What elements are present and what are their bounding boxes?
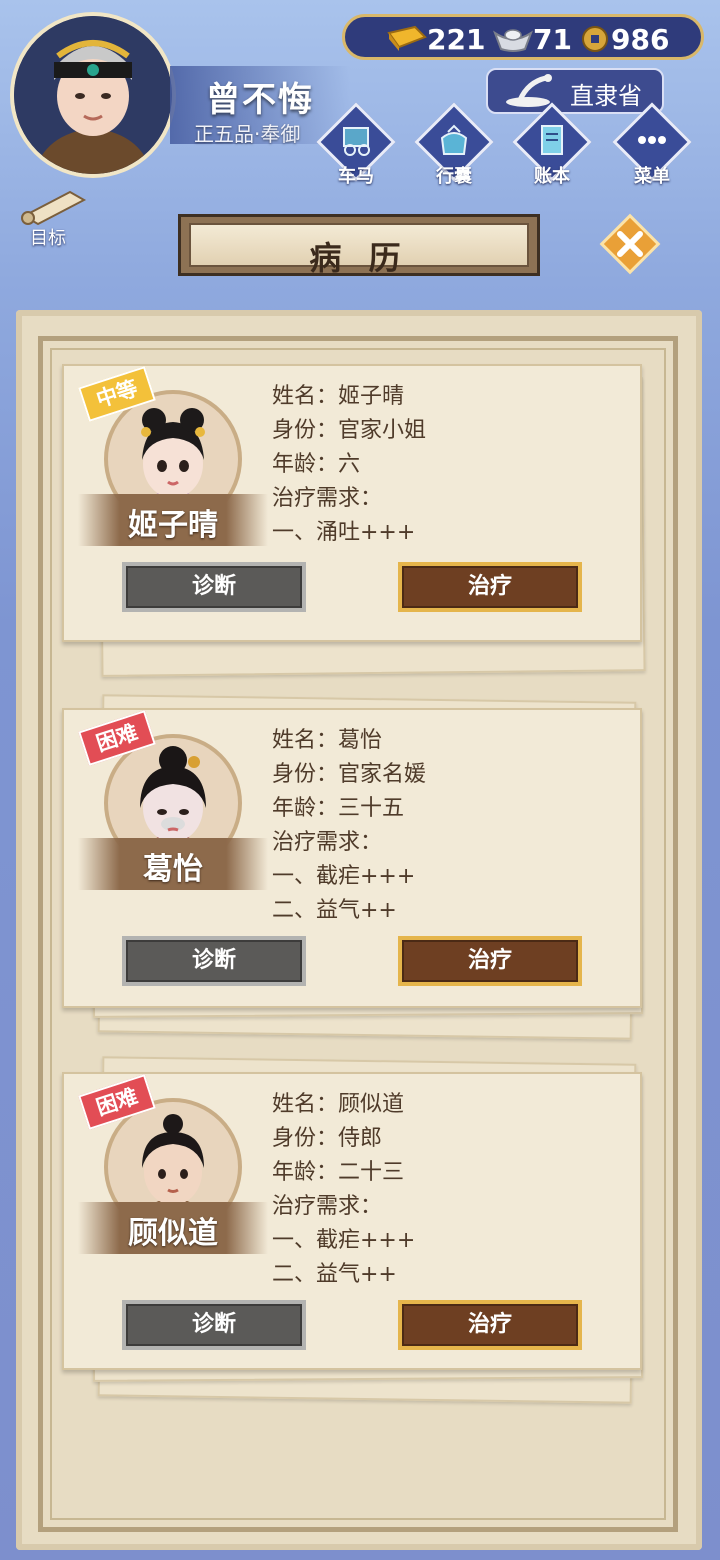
nav-bag-label: 行囊 bbox=[436, 166, 472, 187]
carriage-icon bbox=[343, 127, 370, 156]
patient-card: 中等 姬子晴 姓名：姬子晴 身份：官家小姐 年龄：六 治疗需求： 一、涌吐+++… bbox=[62, 364, 642, 642]
nav-ledger-label: 账本 bbox=[534, 166, 570, 187]
player-name: 曾不悔 bbox=[206, 80, 314, 120]
name-value: 姬子晴 bbox=[338, 384, 405, 409]
patient-card: 困难 葛怡 姓名：葛怡 身份：官家名媛 年龄：三十五 治疗需求： 一、截疟+++… bbox=[62, 708, 642, 1008]
treat-button[interactable]: 治疗 bbox=[398, 936, 582, 986]
need-item: 二、益气++ bbox=[272, 898, 397, 923]
name-value: 顾似道 bbox=[338, 1092, 405, 1117]
nav-menu-button[interactable]: 菜单 bbox=[612, 102, 692, 188]
name-label: 姓名： bbox=[272, 728, 339, 753]
goal-button[interactable]: 目标 bbox=[10, 186, 90, 249]
close-button[interactable] bbox=[598, 212, 662, 276]
patient-info: 姓名：顾似道 身份：侍郎 年龄：二十三 治疗需求： 一、截疟+++ 二、益气++ bbox=[272, 1088, 415, 1292]
player-avatar[interactable] bbox=[10, 12, 176, 178]
nav-bag-button[interactable]: 行囊 bbox=[414, 102, 494, 188]
elder-portrait-icon bbox=[14, 16, 172, 174]
ledger-icon bbox=[541, 125, 563, 155]
patient-name: 葛怡 bbox=[143, 852, 203, 887]
diagnose-button[interactable]: 诊断 bbox=[122, 562, 306, 612]
nav-ledger-button[interactable]: 账本 bbox=[512, 102, 592, 188]
patient-card: 困难 顾似道 姓名：顾似道 身份：侍郎 年龄：二十三 治疗需求： 一、截疟+++… bbox=[62, 1072, 642, 1370]
silver-ingot-icon bbox=[493, 29, 533, 52]
needs-label: 治疗需求： bbox=[272, 830, 383, 855]
page-title: 病 历 bbox=[309, 239, 409, 277]
age-value: 二十三 bbox=[338, 1160, 405, 1185]
scroll-icon bbox=[21, 190, 87, 226]
more-dots-icon bbox=[638, 136, 666, 144]
patient-info: 姓名：葛怡 身份：官家名媛 年龄：三十五 治疗需求： 一、截疟+++ 二、益气+… bbox=[272, 724, 426, 928]
diagnose-button[interactable]: 诊断 bbox=[122, 936, 306, 986]
treat-button[interactable]: 治疗 bbox=[398, 1300, 582, 1350]
age-value: 三十五 bbox=[338, 796, 405, 821]
identity-label: 身份： bbox=[272, 418, 339, 443]
age-label: 年龄： bbox=[272, 1160, 339, 1185]
identity-value: 官家名媛 bbox=[338, 762, 427, 787]
needs-label: 治疗需求： bbox=[272, 486, 383, 511]
patient-name: 顾似道 bbox=[128, 1216, 218, 1251]
name-ribbon: 顾似道 bbox=[78, 1202, 268, 1254]
name-value: 葛怡 bbox=[338, 728, 383, 753]
patient-name: 姬子晴 bbox=[128, 508, 218, 543]
need-item: 二、益气++ bbox=[272, 1262, 397, 1287]
gold-bar-icon bbox=[387, 25, 427, 51]
silver-count: 71 bbox=[533, 23, 572, 56]
goal-label: 目标 bbox=[30, 228, 66, 249]
player-rank: 正五品·奉御 bbox=[194, 122, 301, 146]
name-label: 姓名： bbox=[272, 1092, 339, 1117]
treat-button[interactable]: 治疗 bbox=[398, 562, 582, 612]
nav-carriage-label: 车马 bbox=[338, 166, 374, 187]
bag-icon bbox=[440, 124, 468, 155]
age-label: 年龄： bbox=[272, 452, 339, 477]
name-ribbon: 葛怡 bbox=[78, 838, 268, 890]
gold-count: 221 bbox=[427, 23, 486, 56]
name-label: 姓名： bbox=[272, 384, 339, 409]
title-plate: 病 历 bbox=[178, 214, 540, 277]
need-item: 一、截疟+++ bbox=[272, 864, 416, 889]
nav-menu-label: 菜单 bbox=[634, 166, 670, 187]
coin-count: 986 bbox=[611, 23, 670, 56]
nav-carriage-button[interactable]: 车马 bbox=[316, 102, 396, 188]
age-value: 六 bbox=[338, 452, 361, 477]
identity-label: 身份： bbox=[272, 762, 339, 787]
identity-value: 侍郎 bbox=[338, 1126, 383, 1151]
name-ribbon: 姬子晴 bbox=[78, 494, 268, 546]
currency-bar: 221 71 986 bbox=[342, 14, 704, 60]
need-item: 一、涌吐+++ bbox=[272, 520, 416, 545]
needs-label: 治疗需求： bbox=[272, 1194, 383, 1219]
diagnose-button[interactable]: 诊断 bbox=[122, 1300, 306, 1350]
identity-value: 官家小姐 bbox=[338, 418, 427, 443]
identity-label: 身份： bbox=[272, 1126, 339, 1151]
age-label: 年龄： bbox=[272, 796, 339, 821]
region-name: 直隶省 bbox=[570, 82, 642, 110]
need-item: 一、截疟+++ bbox=[272, 1228, 416, 1253]
patient-info: 姓名：姬子晴 身份：官家小姐 年龄：六 治疗需求： 一、涌吐+++ bbox=[272, 380, 426, 550]
close-icon bbox=[599, 213, 661, 275]
coin-icon bbox=[582, 26, 608, 52]
